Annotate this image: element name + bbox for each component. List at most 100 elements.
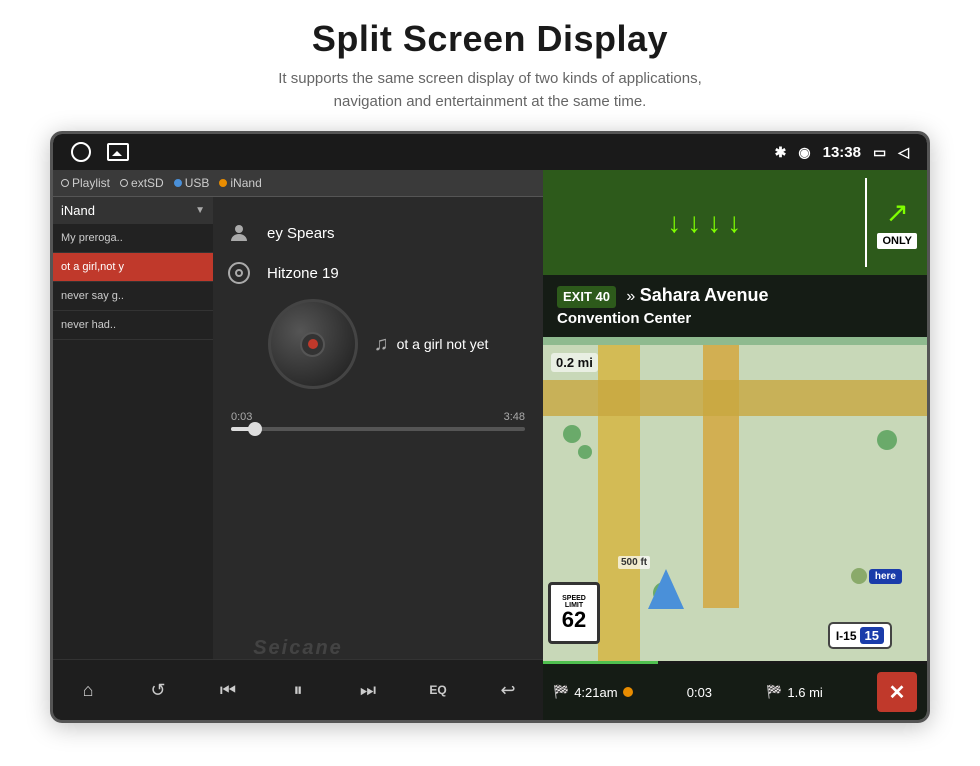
flag-start-icon: 🏁 [553,684,569,700]
album-art [268,299,358,389]
exit-street: Sahara Avenue [640,285,769,305]
source-label-extsd: extSD [131,176,164,190]
page-subtitle: It supports the same screen display of t… [0,68,980,113]
playlist-header[interactable]: iNand ▼ [53,197,213,224]
progress-thumb[interactable] [248,422,262,436]
playlist-header-label: iNand [61,203,95,218]
sign-arrow-2: ↓ [687,209,701,237]
watermark: Seicane [253,637,343,660]
highway-sign: I-15 15 [828,622,892,649]
album-art-area: ♫ ot a girl not yet [223,299,533,389]
nav-top-sign: ↓ ↓ ↓ ↓ ↗ ONLY [543,170,927,275]
status-time: 13:38 [823,144,861,161]
bluetooth-icon: ✱ [775,144,787,161]
terrain-dot-1 [563,425,581,443]
left-content: iNand ▼ My preroga.. ot a girl,not y nev… [53,197,543,659]
highway-label: I-15 [836,629,857,643]
back-button[interactable]: ↩ [486,668,530,712]
status-bar: ✱ ◉ 13:38 ▭ ◁ [53,134,927,170]
progress-area: 0:03 3:48 [223,399,533,435]
nav-close-button[interactable]: ✕ [877,672,917,712]
radio-dot-extsd [120,179,128,187]
exit-arrow-icon: » [626,288,635,305]
eq-button[interactable]: EQ [416,668,460,712]
back-arrow-icon: ◁ [898,144,909,161]
chevron-down-icon: ▼ [195,205,205,216]
sign-arrow-4: ↓ [727,209,741,237]
window-icon: ▭ [873,144,886,161]
home-button[interactable]: ⌂ [66,668,110,712]
playlist-item-2[interactable]: never say g.. [53,282,213,311]
nav-arrow [648,569,684,609]
interstate-shield: 15 [860,627,884,644]
track-album-row: Hitzone 19 [223,257,533,289]
status-left [71,142,129,162]
sign-only: ↗ ONLY [867,170,927,275]
source-tab-playlist[interactable]: Playlist [61,176,110,190]
album-art-dot [308,339,318,349]
navigation-panel: ↓ ↓ ↓ ↓ ↗ ONLY EXIT 40 » Sahara Avenue [543,170,927,720]
prev-button[interactable]: ⏮ [206,668,250,712]
play-pause-button[interactable]: ⏸ [276,668,320,712]
terrain-dot-4 [851,568,867,584]
elapsed-value: 0:03 [687,685,712,700]
speed-limit-sign: SPEED LIMIT 62 [548,582,600,644]
playlist-item-3[interactable]: never had.. [53,311,213,340]
source-tabs: Playlist extSD USB iNand [53,170,543,197]
orange-dot [623,687,633,697]
road-h1 [543,380,927,416]
sign-diag-arrow: ↗ [885,196,908,229]
only-badge: ONLY [877,233,917,249]
image-icon [107,143,129,161]
playlist-item-0[interactable]: My preroga.. [53,224,213,253]
source-label-playlist: Playlist [72,176,110,190]
music-note-icon: ♫ [374,333,389,356]
main-split-area: Playlist extSD USB iNand [53,170,927,720]
progress-current: 0:03 [231,411,252,423]
disc-icon [223,257,255,289]
person-icon [223,217,255,249]
track-name-row: ♫ ot a girl not yet [374,333,489,356]
circle-icon [71,142,91,162]
speed-limit-value: 62 [562,609,586,631]
remaining-value: 1.6 mi [787,685,822,700]
sign-arrows: ↓ ↓ ↓ ↓ [543,170,865,275]
nav-eta: 🏁 4:21am [553,684,633,700]
here-logo: here [869,569,902,584]
next-button[interactable]: ⏭ [346,668,390,712]
source-tab-inand[interactable]: iNand [219,176,261,190]
nav-bottom-bar: 🏁 4:21am 0:03 🏁 1.6 mi ✕ [543,664,927,720]
progress-times: 0:03 3:48 [231,411,525,423]
nav-elapsed: 0:03 [687,685,712,700]
page-header: Split Screen Display It supports the sam… [0,0,980,123]
radio-dot-usb [174,179,182,187]
source-tab-extsd[interactable]: extSD [120,176,164,190]
progress-total: 3:48 [504,411,525,423]
player-main: ey Spears Hitzone 19 [213,197,543,659]
status-right: ✱ ◉ 13:38 ▭ ◁ [775,144,909,161]
track-artist: ey Spears [267,225,335,242]
terrain-dot-2 [578,445,592,459]
music-player-panel: Playlist extSD USB iNand [53,170,543,720]
source-tab-usb[interactable]: USB [174,176,210,190]
speed-limit-label: SPEED [562,595,586,602]
device-frame: ✱ ◉ 13:38 ▭ ◁ Playlist extSD [50,131,930,723]
track-info: ey Spears Hitzone 19 [223,217,533,289]
playlist-item-1[interactable]: ot a girl,not y [53,253,213,282]
progress-bar[interactable] [231,427,525,431]
flag-end-icon: 🏁 [766,684,782,700]
playlist-sidebar: iNand ▼ My preroga.. ot a girl,not y nev… [53,197,213,659]
source-label-usb: USB [185,176,210,190]
repeat-button[interactable]: ↺ [136,668,180,712]
bottom-controls: ⌂ ↺ ⏮ ⏸ ⏭ EQ ↩ [53,659,543,720]
page-title: Split Screen Display [0,18,980,60]
radio-dot-playlist [61,179,69,187]
location-icon: ◉ [798,144,810,161]
distance-overlay: 0.2 mi [551,353,598,372]
exit-badge: EXIT 40 [557,286,616,308]
radio-dot-inand [219,179,227,187]
sign-arrow-1: ↓ [667,209,681,237]
track-artist-row: ey Spears [223,217,533,249]
distance-label: 500 ft [618,556,650,569]
track-name: ot a girl not yet [397,336,489,352]
